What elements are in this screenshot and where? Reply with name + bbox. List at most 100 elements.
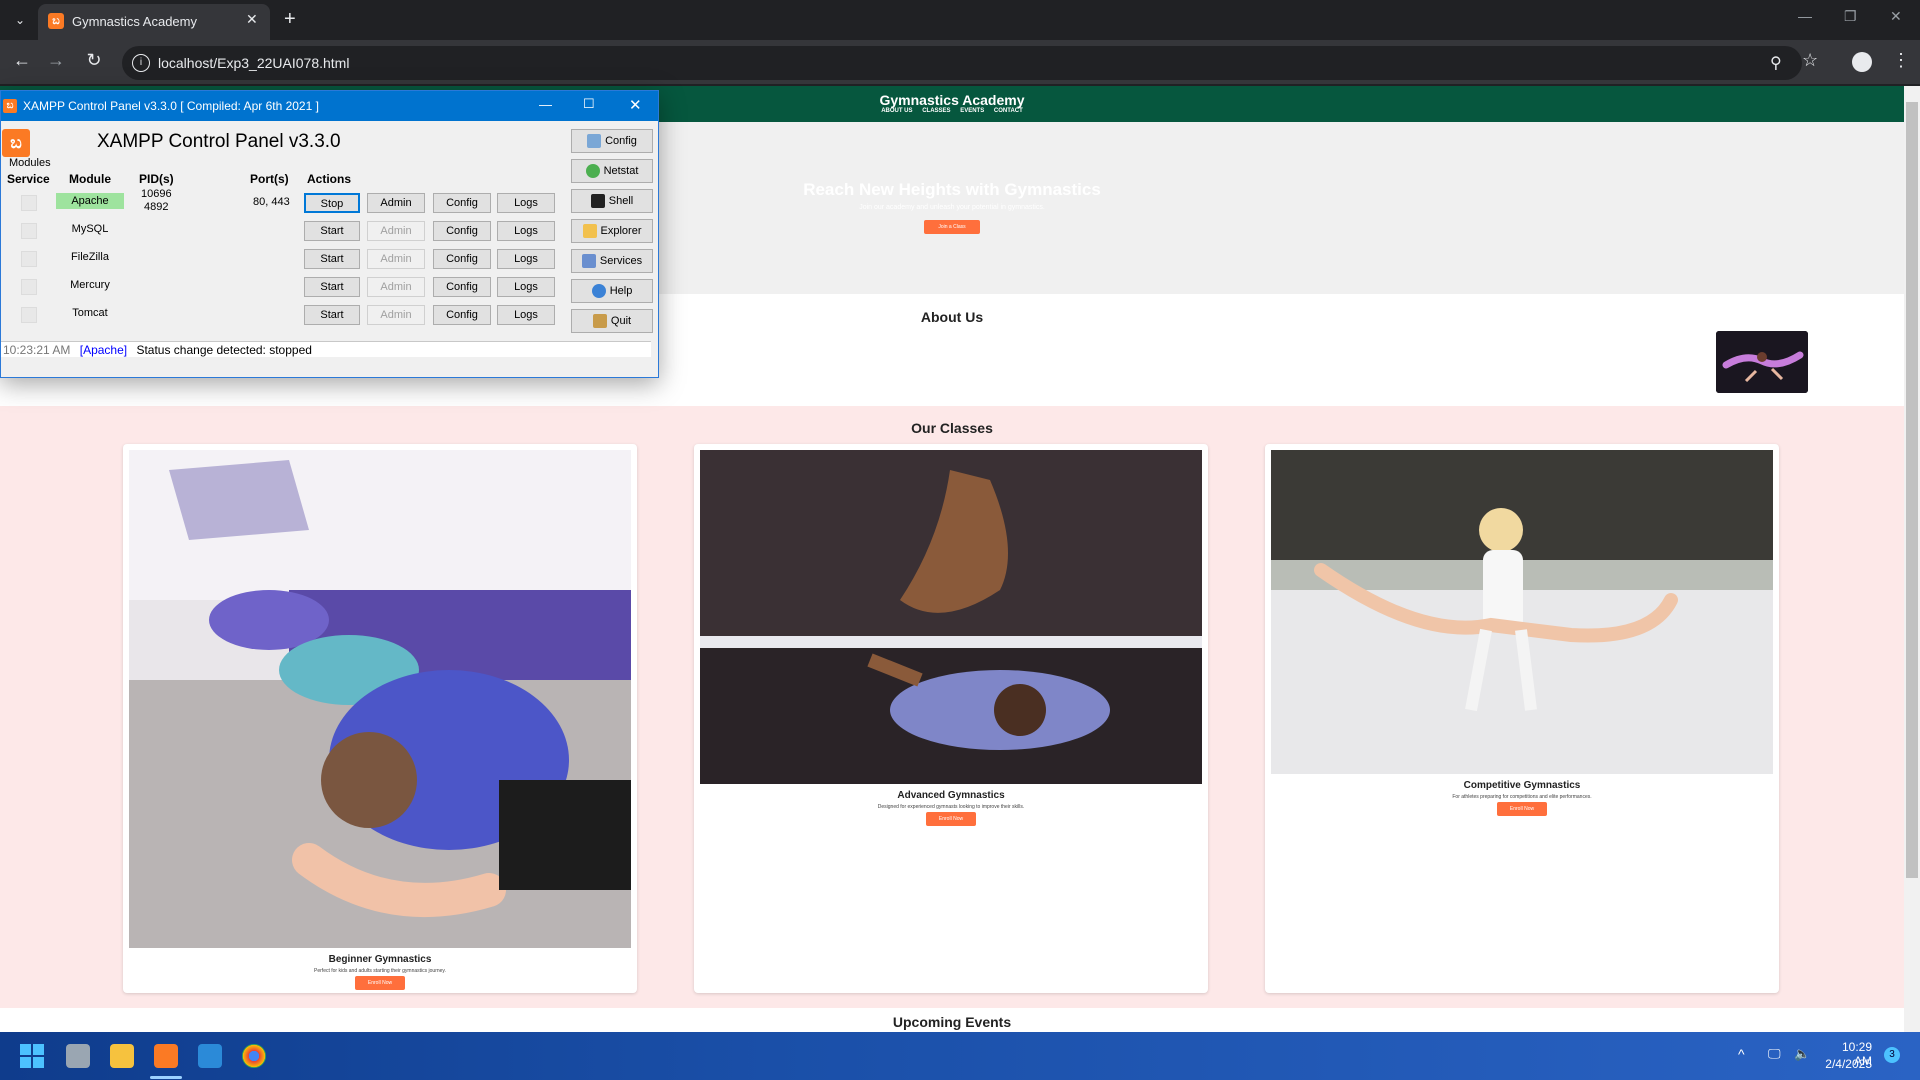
new-tab-button[interactable]: + (284, 8, 296, 31)
side-quit-button[interactable]: Quit (571, 309, 653, 333)
nav-link-about[interactable]: ABOUT US (881, 108, 912, 114)
xampp-titlebar[interactable]: ಬ XAMPP Control Panel v3.3.0 [ Compiled:… (1, 91, 658, 121)
mysql-logs-button[interactable]: Logs (497, 221, 555, 241)
forward-icon[interactable]: → (44, 50, 68, 71)
module-name: FileZilla (71, 251, 109, 263)
class-description: For athletes preparing for competitions … (1452, 794, 1592, 800)
clock-date[interactable]: 2/4/2025 (1822, 1057, 1872, 1071)
zoom-icon[interactable]: ⚲ (1770, 53, 1782, 73)
xampp-log-panel[interactable]: 10:23:21 AM [Apache] Status change detec… (1, 341, 651, 357)
header-port: Port(s) (250, 172, 289, 186)
show-hidden-icons-icon[interactable]: ^ (1738, 1046, 1745, 1062)
back-icon[interactable]: ← (10, 50, 34, 71)
side-button-label: Services (599, 255, 643, 267)
mysql-start-button[interactable]: Start (304, 221, 360, 241)
modules-label: Modules (9, 157, 51, 169)
close-window-icon[interactable]: ✕ (1890, 8, 1902, 25)
notification-badge[interactable]: 3 (1884, 1047, 1900, 1063)
events-title: Upcoming Events (892, 1014, 1012, 1030)
apache-logs-button[interactable]: Logs (497, 193, 555, 213)
side-button-label: Explorer (600, 225, 642, 237)
site-info-icon[interactable]: i (132, 54, 150, 72)
url-text[interactable]: localhost/Exp3_22UAI078.html (158, 55, 349, 71)
bookmark-star-icon[interactable]: ☆ (1802, 50, 1818, 71)
class-card-advanced: Advanced Gymnastics Designed for experie… (694, 444, 1208, 993)
xampp-heading: XAMPP Control Panel v3.3.0 (97, 131, 341, 152)
filezilla-config-button[interactable]: Config (433, 249, 491, 269)
side-explorer-button[interactable]: Explorer (571, 219, 653, 243)
class-title: Advanced Gymnastics (897, 790, 1005, 801)
side-netstat-button[interactable]: Netstat (571, 159, 653, 183)
tab-search-icon[interactable]: ⌄ (8, 8, 32, 32)
class-title: Competitive Gymnastics (1463, 780, 1581, 791)
tomcat-logs-button[interactable]: Logs (497, 305, 555, 325)
scrollbar-thumb[interactable] (1906, 102, 1918, 878)
side-button-label: Quit (610, 315, 632, 327)
side-help-button[interactable]: Help (571, 279, 653, 303)
quit-door-icon (592, 314, 607, 329)
pid-value: 4892 (144, 201, 169, 213)
filezilla-logs-button[interactable]: Logs (497, 249, 555, 269)
restore-icon[interactable]: ❐ (1844, 8, 1857, 25)
apache-stop-button[interactable]: Stop (304, 193, 360, 213)
side-button-label: Shell (608, 195, 634, 207)
apache-config-button[interactable]: Config (433, 193, 491, 213)
xampp-taskbar-icon[interactable] (154, 1044, 178, 1068)
globe-icon (585, 164, 600, 179)
minimize-icon[interactable]: — (1798, 8, 1812, 24)
service-checkbox[interactable] (21, 279, 37, 295)
mercury-start-button[interactable]: Start (304, 277, 360, 297)
class-description: Designed for experienced gymnasts lookin… (877, 804, 1025, 810)
wrench-icon (587, 134, 602, 149)
join-class-button[interactable]: Join a Class (924, 220, 980, 234)
nav-link-classes[interactable]: CLASSES (922, 108, 950, 114)
windows-start-icon[interactable] (20, 1044, 44, 1068)
xampp-logo-icon: ಬ (2, 129, 30, 157)
help-icon (591, 284, 606, 299)
log-message: Status change detected: stopped (136, 343, 312, 357)
side-button-label: Config (605, 135, 637, 147)
apache-admin-button[interactable]: Admin (367, 193, 425, 213)
file-explorer-icon[interactable] (110, 1044, 134, 1068)
tomcat-start-button[interactable]: Start (304, 305, 360, 325)
browser-menu-icon[interactable]: ⋮ (1892, 50, 1910, 71)
xampp-close-icon[interactable]: ✕ (629, 96, 642, 114)
nav-link-events[interactable]: EVENTS (960, 108, 984, 114)
mysql-config-button[interactable]: Config (433, 221, 491, 241)
task-view-icon[interactable] (66, 1044, 90, 1068)
side-services-button[interactable]: Services (571, 249, 653, 273)
network-icon[interactable]: 🖵 (1768, 1046, 1781, 1062)
chrome-icon[interactable] (242, 1044, 266, 1068)
mercury-config-button[interactable]: Config (433, 277, 491, 297)
log-source: [Apache] (79, 343, 128, 357)
filezilla-start-button[interactable]: Start (304, 249, 360, 269)
class-card-beginner: Beginner Gymnastics Perfect for kids and… (123, 444, 637, 993)
module-name: Mercury (70, 279, 110, 291)
volume-icon[interactable]: 🔈 (1794, 1046, 1810, 1062)
enroll-button[interactable]: Enroll Now (926, 812, 976, 826)
xampp-minimize-icon[interactable]: — (539, 97, 552, 112)
nav-link-contact[interactable]: CONTACT (994, 108, 1023, 114)
side-config-button[interactable]: Config (571, 129, 653, 153)
taskbar (0, 1032, 1920, 1080)
xampp-window: ಬ XAMPP Control Panel v3.3.0 [ Compiled:… (0, 90, 659, 378)
service-checkbox[interactable] (21, 307, 37, 323)
profile-avatar-icon[interactable] (1852, 52, 1872, 72)
tab-close-icon[interactable]: ✕ (246, 11, 258, 28)
browser-tab[interactable]: ಬ Gymnastics Academy ✕ (38, 4, 270, 40)
enroll-button[interactable]: Enroll Now (1497, 802, 1547, 816)
header-module: Module (69, 172, 111, 186)
tomcat-admin-button: Admin (367, 305, 425, 325)
service-checkbox[interactable] (21, 195, 37, 211)
advanced-class-image (700, 450, 1202, 784)
service-checkbox[interactable] (21, 251, 37, 267)
side-shell-button[interactable]: Shell (571, 189, 653, 213)
mercury-logs-button[interactable]: Logs (497, 277, 555, 297)
vscode-icon[interactable] (198, 1044, 222, 1068)
address-bar[interactable]: i localhost/Exp3_22UAI078.html (122, 46, 1802, 80)
enroll-button[interactable]: Enroll Now (355, 976, 405, 990)
reload-icon[interactable]: ↻ (82, 50, 106, 71)
xampp-maximize-icon[interactable]: ☐ (583, 96, 595, 112)
tomcat-config-button[interactable]: Config (433, 305, 491, 325)
service-checkbox[interactable] (21, 223, 37, 239)
